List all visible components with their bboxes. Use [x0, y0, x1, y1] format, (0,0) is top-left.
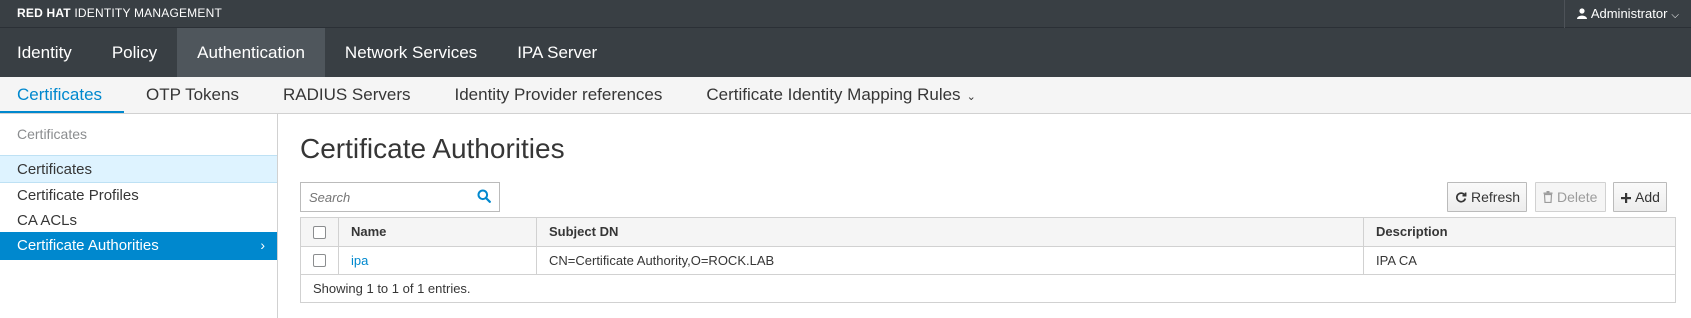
tab-certificate-identity-mapping-rules[interactable]: Certificate Identity Mapping Rules ⌄	[684, 77, 997, 113]
tab-radius-servers[interactable]: RADIUS Servers	[261, 77, 433, 113]
sidebar-item-certificates[interactable]: Certificates	[0, 155, 277, 183]
table-header: Name Subject DN Description	[301, 218, 1675, 247]
ca-table: Name Subject DN Description ipa CN=Certi…	[300, 217, 1676, 303]
name-cell: ipa	[339, 247, 537, 274]
sidebar-heading: Certificates	[17, 126, 88, 142]
subject-dn-cell: CN=Certificate Authority,O=ROCK.LAB	[537, 247, 1364, 274]
nav-network-services[interactable]: Network Services	[325, 28, 497, 77]
search-icon[interactable]	[477, 189, 491, 208]
search-input[interactable]	[301, 183, 471, 211]
sidebar: Certificates Certificates Certificate Pr…	[0, 114, 278, 318]
row-select-cell	[301, 247, 339, 274]
sidebar-item-certificate-profiles[interactable]: Certificate Profiles	[0, 182, 277, 210]
add-button[interactable]: Add	[1613, 182, 1667, 212]
nav-policy[interactable]: Policy	[92, 28, 177, 77]
refresh-button[interactable]: Refresh	[1447, 182, 1527, 212]
nav-ipa-server[interactable]: IPA Server	[497, 28, 617, 77]
description-cell: IPA CA	[1376, 253, 1417, 268]
row-checkbox[interactable]	[313, 254, 326, 267]
brand-logo: RED HAT IDENTITY MANAGEMENT	[17, 6, 222, 20]
page-title: Certificate Authorities	[300, 133, 565, 164]
secondary-nav: Certificates OTP Tokens RADIUS Servers I…	[0, 77, 1691, 114]
column-header-name: Name	[339, 218, 537, 246]
user-icon	[1576, 1, 1587, 29]
tab-label: Certificate Identity Mapping Rules	[706, 85, 961, 104]
masthead: RED HAT IDENTITY MANAGEMENT Administrato…	[0, 0, 1691, 28]
tab-certificates[interactable]: Certificates	[0, 77, 125, 113]
chevron-down-icon: ⌵	[1671, 10, 1679, 21]
plus-icon	[1621, 184, 1631, 212]
chevron-right-icon: ›	[260, 237, 265, 253]
tab-otp-tokens[interactable]: OTP Tokens	[124, 77, 261, 113]
sidebar-item-label: Certificate Authorities	[17, 237, 159, 254]
tab-identity-provider-references[interactable]: Identity Provider references	[432, 77, 684, 113]
nav-authentication[interactable]: Authentication	[177, 28, 325, 77]
select-all-checkbox[interactable]	[313, 225, 326, 239]
ca-name-link[interactable]: ipa	[351, 253, 368, 268]
user-name: Administrator	[1590, 6, 1668, 21]
refresh-icon	[1455, 184, 1467, 212]
search-box	[300, 182, 500, 212]
delete-button[interactable]: Delete	[1535, 182, 1606, 212]
chevron-down-icon: ⌄	[966, 91, 976, 103]
user-menu[interactable]: Administrator ⌵	[1563, 0, 1691, 29]
table-footer: Showing 1 to 1 of 1 entries.	[313, 281, 471, 296]
column-header-description: Description	[1376, 224, 1448, 239]
trash-icon	[1543, 184, 1553, 212]
sidebar-item-certificate-authorities[interactable]: Certificate Authorities ›	[0, 232, 277, 260]
nav-identity[interactable]: Identity	[0, 28, 92, 77]
primary-nav: Identity Policy Authentication Network S…	[0, 28, 1691, 77]
sidebar-item-ca-acls[interactable]: CA ACLs	[0, 207, 277, 235]
table-row: ipa CN=Certificate Authority,O=ROCK.LAB …	[301, 247, 1675, 275]
column-header-subject-dn: Subject DN	[537, 218, 1364, 246]
select-all-cell	[301, 218, 339, 246]
